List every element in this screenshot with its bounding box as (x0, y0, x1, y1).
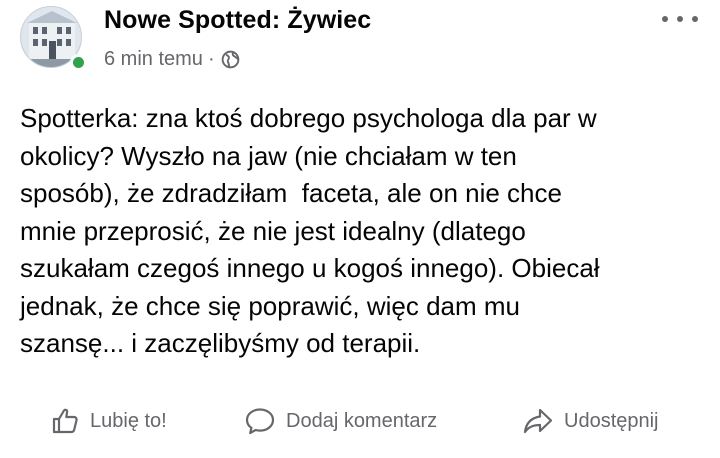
share-label: Udostępnij (564, 409, 659, 432)
more-dot (692, 16, 698, 22)
meta-separator: · (207, 48, 215, 70)
speech-bubble-icon (245, 408, 275, 435)
comment-button[interactable]: Dodaj komentarz (244, 404, 437, 438)
globe-icon[interactable] (221, 50, 240, 69)
online-status-dot (70, 54, 87, 71)
page-avatar-wrapper[interactable] (18, 6, 88, 72)
post-actions-bar: Lubię to! Dodaj komentarz Udostępnij (0, 396, 720, 448)
post-header: Nowe Spotted: Żywiec 6 min temu · (18, 4, 708, 72)
more-dot (677, 16, 683, 22)
comment-label: Dodaj komentarz (286, 409, 438, 432)
share-arrow-icon (523, 408, 553, 434)
share-button[interactable]: Udostępnij (522, 404, 659, 438)
more-dot (662, 16, 668, 22)
post-meta: 6 min temu · (104, 48, 240, 71)
facebook-post: Nowe Spotted: Żywiec 6 min temu · Spotte… (0, 0, 720, 458)
like-label: Lubię to! (90, 409, 167, 432)
post-timestamp[interactable]: 6 min temu (104, 48, 203, 71)
like-button[interactable]: Lubię to! (50, 404, 167, 438)
post-text: Spotterka: zna ktoś dobrego psychologa d… (20, 103, 600, 358)
more-horizontal-icon[interactable] (662, 12, 698, 26)
page-name[interactable]: Nowe Spotted: Żywiec (104, 6, 371, 35)
thumbs-up-icon (52, 408, 78, 434)
